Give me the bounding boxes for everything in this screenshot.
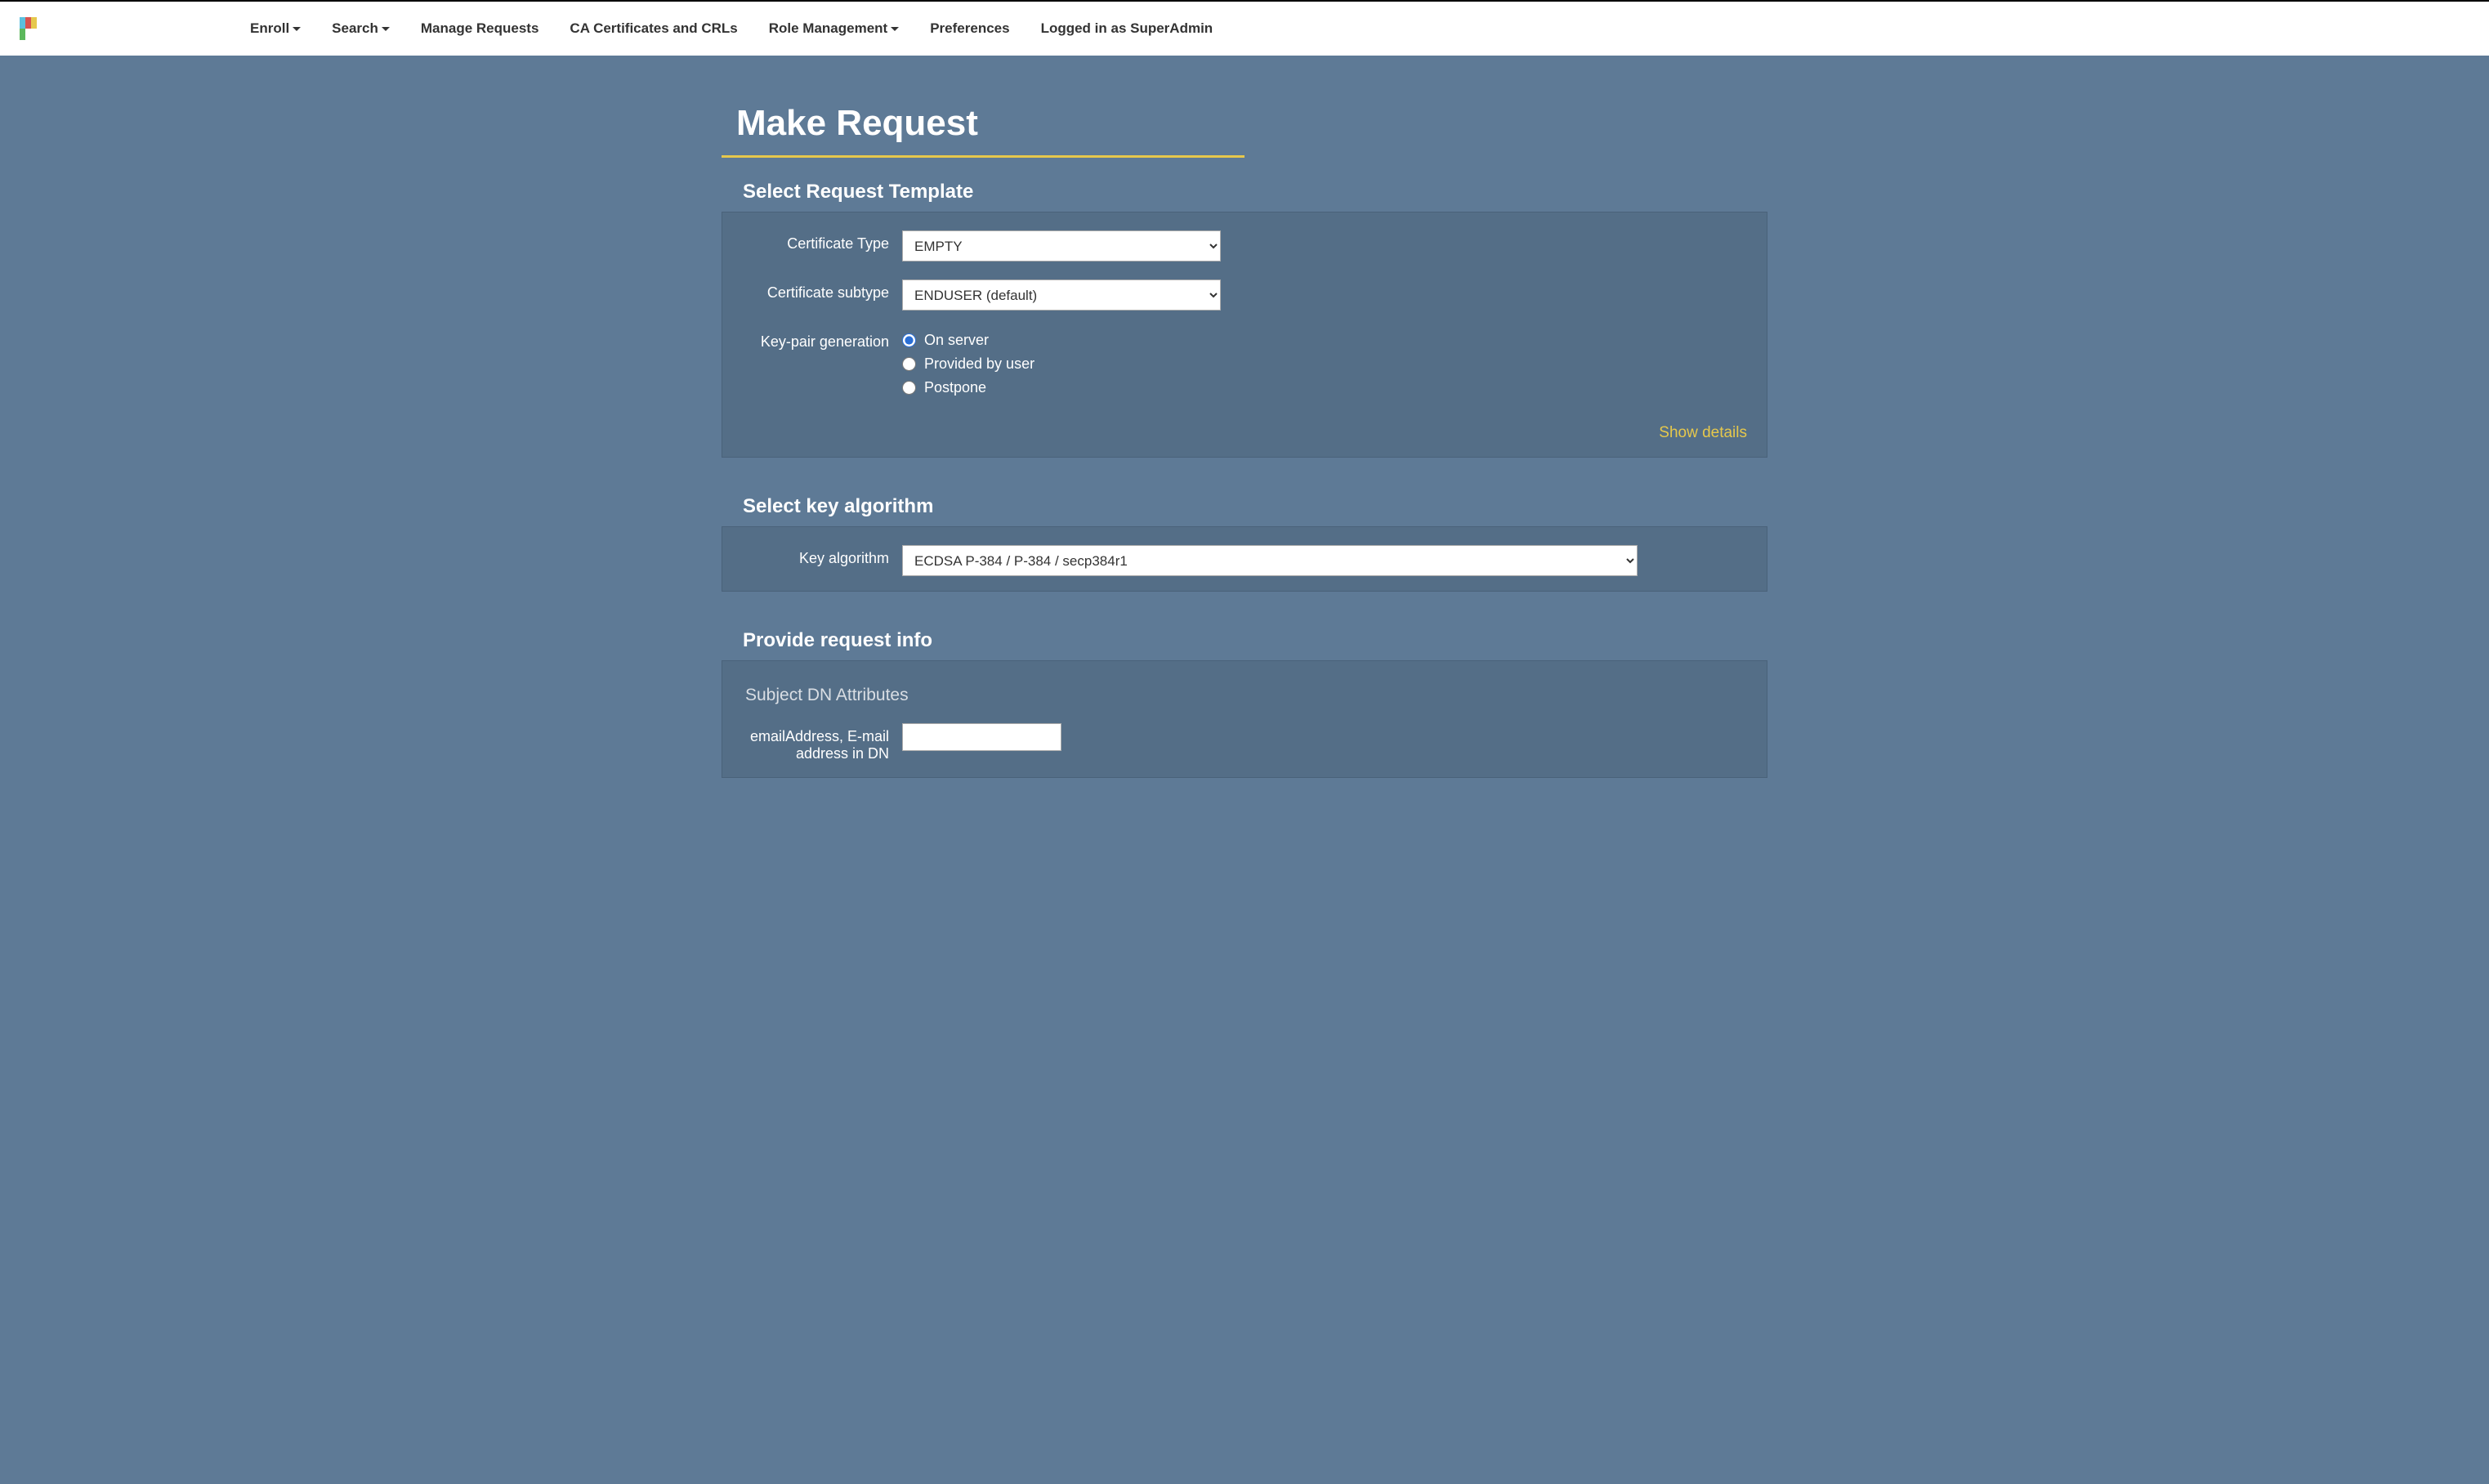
- nav-manage-requests[interactable]: Manage Requests: [421, 20, 539, 37]
- row-cert-subtype: Certificate subtype ENDUSER (default): [731, 279, 1758, 311]
- row-email: emailAddress, E-mail address in DN: [731, 723, 1758, 762]
- nav-preferences[interactable]: Preferences: [930, 20, 1009, 37]
- radio-label-provided-by-user: Provided by user: [924, 355, 1034, 373]
- section-title-template: Select Request Template: [722, 176, 1767, 212]
- logo: [20, 17, 38, 40]
- label-key-algo: Key algorithm: [731, 545, 902, 567]
- nav-role-management-label: Role Management: [769, 20, 887, 36]
- nav-role-management[interactable]: Role Management: [769, 20, 899, 37]
- radio-postpone[interactable]: [902, 381, 916, 395]
- subheading-subject-dn: Subject DN Attributes: [731, 679, 1758, 723]
- panel-info: Subject DN Attributes emailAddress, E-ma…: [722, 660, 1767, 778]
- page-content: Make Request Select Request Template Cer…: [673, 56, 1816, 876]
- label-keypair: Key-pair generation: [731, 329, 902, 351]
- select-cert-type[interactable]: EMPTY: [902, 230, 1221, 261]
- select-cert-subtype[interactable]: ENDUSER (default): [902, 279, 1221, 311]
- nav-ca-certs[interactable]: CA Certificates and CRLs: [570, 20, 737, 37]
- select-key-algo[interactable]: ECDSA P-384 / P-384 / secp384r1: [902, 545, 1638, 576]
- chevron-down-icon: [293, 27, 301, 31]
- label-cert-subtype: Certificate subtype: [731, 279, 902, 302]
- panel-template: Certificate Type EMPTY Certificate subty…: [722, 212, 1767, 458]
- label-email: emailAddress, E-mail address in DN: [731, 723, 902, 762]
- page-title: Make Request: [722, 88, 1244, 158]
- nav-search[interactable]: Search: [332, 20, 390, 37]
- input-email[interactable]: [902, 723, 1061, 751]
- panel-key: Key algorithm ECDSA P-384 / P-384 / secp…: [722, 526, 1767, 592]
- show-details-wrap: Show details: [731, 418, 1758, 442]
- main-nav: Enroll Search Manage Requests CA Certifi…: [250, 20, 1213, 37]
- radio-on-server[interactable]: [902, 333, 916, 347]
- row-key-algo: Key algorithm ECDSA P-384 / P-384 / secp…: [731, 545, 1758, 576]
- nav-enroll-label: Enroll: [250, 20, 289, 36]
- radio-line-on-server: On server: [902, 329, 1758, 352]
- radio-line-postpone: Postpone: [902, 376, 1758, 400]
- chevron-down-icon: [891, 27, 899, 31]
- radio-label-postpone: Postpone: [924, 379, 986, 396]
- top-nav-bar: Enroll Search Manage Requests CA Certifi…: [0, 0, 2489, 56]
- row-keypair: Key-pair generation On server Provided b…: [731, 329, 1758, 400]
- nav-logged-in[interactable]: Logged in as SuperAdmin: [1041, 20, 1213, 37]
- nav-enroll[interactable]: Enroll: [250, 20, 301, 37]
- radio-label-on-server: On server: [924, 332, 989, 349]
- row-cert-type: Certificate Type EMPTY: [731, 230, 1758, 261]
- radio-line-provided-by-user: Provided by user: [902, 352, 1758, 376]
- label-cert-type: Certificate Type: [731, 230, 902, 253]
- radio-provided-by-user[interactable]: [902, 357, 916, 371]
- chevron-down-icon: [382, 27, 390, 31]
- section-title-info: Provide request info: [722, 624, 1767, 660]
- link-show-details[interactable]: Show details: [1659, 424, 1747, 441]
- nav-search-label: Search: [332, 20, 378, 36]
- section-title-key: Select key algorithm: [722, 490, 1767, 526]
